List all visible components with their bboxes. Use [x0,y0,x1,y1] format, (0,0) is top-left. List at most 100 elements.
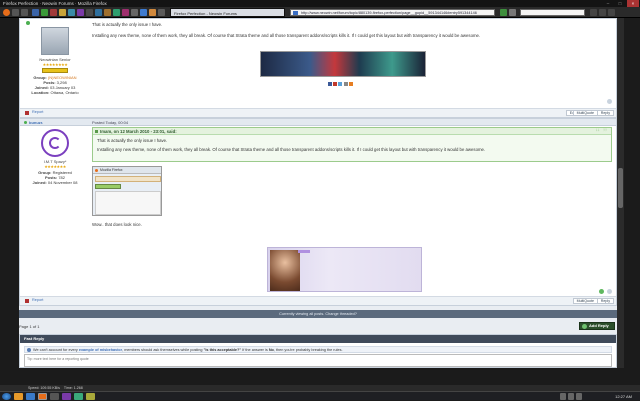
search-input[interactable] [520,9,585,16]
addons-icon[interactable] [599,9,606,16]
social-icon[interactable] [343,82,348,86]
rss-icon[interactable] [348,82,353,86]
online-status-icon [24,121,27,124]
bookmark-icon[interactable] [149,9,156,16]
quote-block: Imam, on 12 March 2010 - 23:01, said: “ … [92,127,612,162]
bookmark-icon[interactable] [32,9,39,16]
signature-banner-image [260,51,426,77]
reload-icon[interactable] [509,9,516,16]
facebook-icon[interactable] [328,82,332,86]
back-to-top-icon[interactable] [607,289,612,294]
screenshot-thumbnail[interactable]: Mozilla Firefox [92,166,162,216]
bookmark-icon[interactable] [68,9,75,16]
window-title: Firefox Perfection · Neowin Forums · Moz… [3,1,107,6]
report-icon[interactable] [25,299,29,303]
post-author-panel: I.M.T Spazy* ★★★★★★★ Group: Registered P… [20,127,90,185]
firefox-icon[interactable] [3,9,10,16]
bookmark-icon[interactable] [95,9,102,16]
post-body: That is actually the only issue I have. … [92,22,612,86]
post-author-panel: Neowinian Senior ★★★★★★★★ Group: (N)NEOW… [20,19,90,95]
bookmark-icon[interactable] [122,9,129,16]
fast-reply-header: Fast Reply [20,335,616,343]
right-gutter [624,18,640,368]
taskbar-app-icon[interactable] [86,393,95,400]
page-scrollbar[interactable] [617,18,624,368]
multiquote-button[interactable]: MultiQuote [572,298,598,304]
menu-icon[interactable] [608,9,615,16]
post-author-name[interactable]: bunuzr. [29,119,43,126]
add-icon [582,324,587,329]
post-body: Imam, on 12 March 2010 - 23:01, said: “ … [92,127,612,292]
social-icon[interactable] [333,82,338,86]
reply-button[interactable]: Reply [596,298,614,304]
network-icon[interactable] [576,393,582,400]
quote-text: That is actually the only issue I have. [97,138,168,143]
back-to-top-icon[interactable] [607,99,612,104]
info-icon [27,348,31,352]
report-link[interactable]: Report [32,110,43,114]
go-icon[interactable] [500,9,507,16]
post-header: bunuzr. Posted Today, 00:04 [20,119,616,126]
reply-textarea[interactable] [24,354,612,367]
load-time: Time: 1.268 [63,386,83,390]
post-footer: Report Edit MultiQuote Reply [20,108,616,117]
add-reply-button[interactable]: Add Reply [579,322,615,330]
misbehavior-link[interactable]: example of misbehavior [79,348,122,352]
url-text: http://www.neowin.net/forum/topic/880139… [301,11,477,15]
bookmark-icon[interactable] [140,9,147,16]
bookmark-icon[interactable] [158,9,165,16]
bookmark-icon[interactable] [86,9,93,16]
bookmark-icon[interactable] [131,9,138,16]
back-icon[interactable] [12,9,19,16]
rating-stars-icon: ★★★★★★★★ [42,62,68,67]
taskbar-app-icon[interactable] [74,393,83,400]
taskbar-app-icon[interactable] [26,393,35,400]
member-location: Location: Ottawa, Ontario [31,90,79,95]
bookmark-icon[interactable] [113,9,120,16]
online-status-icon [26,21,30,25]
quote-header: Imam, on 12 March 2010 - 23:01, said: [93,128,611,135]
twitter-icon[interactable] [338,82,343,86]
taskbar-app-icon[interactable] [62,393,71,400]
download-speed: Speed: 109.55 KB/s [28,386,60,390]
browser-toolbar: Firefox Perfection - Neowin Forums http:… [0,7,640,18]
multiquote-button[interactable]: MultiQuote [572,110,598,116]
minimize-icon[interactable]: – [602,0,614,7]
forward-icon[interactable] [21,9,28,16]
url-bar[interactable]: http://www.neowin.net/forum/topic/880139… [290,9,495,16]
report-link[interactable]: Report [32,298,43,302]
bookmark-icon[interactable] [50,9,57,16]
post-text: Installing any new theme, none of them w… [92,33,481,38]
member-joined: Joined: 04 November 08 [32,180,78,185]
firefox-taskbar-icon[interactable] [38,393,47,400]
left-gutter [0,18,19,368]
taskbar-app-icon[interactable] [50,393,59,400]
avatar[interactable] [41,27,69,55]
post-date: Posted Today, 00:04 [92,120,129,125]
tab-firefox-perfection[interactable]: Firefox Perfection - Neowin Forums [170,8,285,17]
viewing-mode-bar[interactable]: Currently viewing all posts. Change thre… [19,310,617,318]
volume-icon[interactable] [568,393,574,400]
report-icon[interactable] [25,111,29,115]
avatar[interactable] [41,129,69,157]
tray-icon[interactable] [560,393,566,400]
bookmark-icon[interactable] [41,9,48,16]
forum-page: Neowinian Senior ★★★★★★★★ Group: (N)NEOW… [19,18,617,368]
posting-notice: We can't account for every example of mi… [24,346,612,353]
close-icon[interactable]: × [627,0,639,7]
taskbar-app-icon[interactable] [14,393,23,400]
bookmark-icon[interactable] [59,9,66,16]
thumb-titlebar: Mozilla Firefox [93,167,161,174]
bookmark-icon[interactable] [104,9,111,16]
downloads-icon[interactable] [590,9,597,16]
reply-button[interactable]: Reply [596,110,614,116]
forum-post: bunuzr. Posted Today, 00:04 I.M.T Spazy*… [19,118,617,306]
pagination[interactable]: Page 1 of 1 [19,324,39,329]
post-text: That is actually the only issue I have. [92,22,163,27]
start-button-icon[interactable] [2,393,11,400]
scrollbar-thumb[interactable] [618,168,623,208]
window-titlebar: Firefox Perfection · Neowin Forums · Moz… [0,0,640,7]
bookmark-icon[interactable] [77,9,84,16]
forum-post: Neowinian Senior ★★★★★★★★ Group: (N)NEOW… [19,18,617,118]
maximize-icon[interactable]: □ [614,0,626,7]
